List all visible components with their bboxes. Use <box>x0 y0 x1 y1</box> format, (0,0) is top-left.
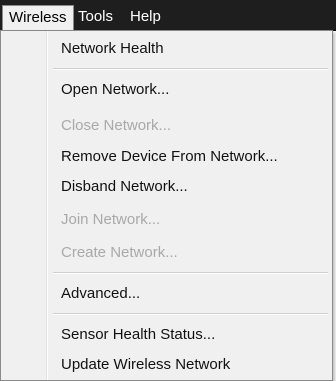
menu-item-remove-device[interactable]: Remove Device From Network... <box>61 146 278 168</box>
menu-bar: Wireless Tools Help <box>0 0 336 31</box>
gutter-divider <box>46 31 48 380</box>
menu-item-advanced[interactable]: Advanced... <box>61 283 140 305</box>
menu-separator <box>53 68 328 70</box>
menu-item-create-network: Create Network... <box>61 244 178 261</box>
menu-item-open-network[interactable]: Open Network... <box>61 79 169 101</box>
menu-help[interactable]: Help <box>124 6 167 28</box>
wireless-dropdown-menu: Network Health Open Network... Close Net… <box>0 30 333 381</box>
menu-wireless[interactable]: Wireless <box>2 5 74 31</box>
menu-icon-gutter <box>1 31 46 380</box>
menu-tools[interactable]: Tools <box>72 6 119 28</box>
menu-separator <box>53 272 328 274</box>
menu-item-disband-network[interactable]: Disband Network... <box>61 176 188 198</box>
menu-item-join-network: Join Network... <box>61 211 161 228</box>
menu-item-sensor-health-status[interactable]: Sensor Health Status... <box>61 324 215 346</box>
menu-separator <box>53 313 328 315</box>
menu-item-update-wireless-network[interactable]: Update Wireless Network <box>61 354 230 376</box>
menu-item-close-network: Close Network... <box>61 117 172 134</box>
menu-item-network-health[interactable]: Network Health <box>61 38 164 60</box>
